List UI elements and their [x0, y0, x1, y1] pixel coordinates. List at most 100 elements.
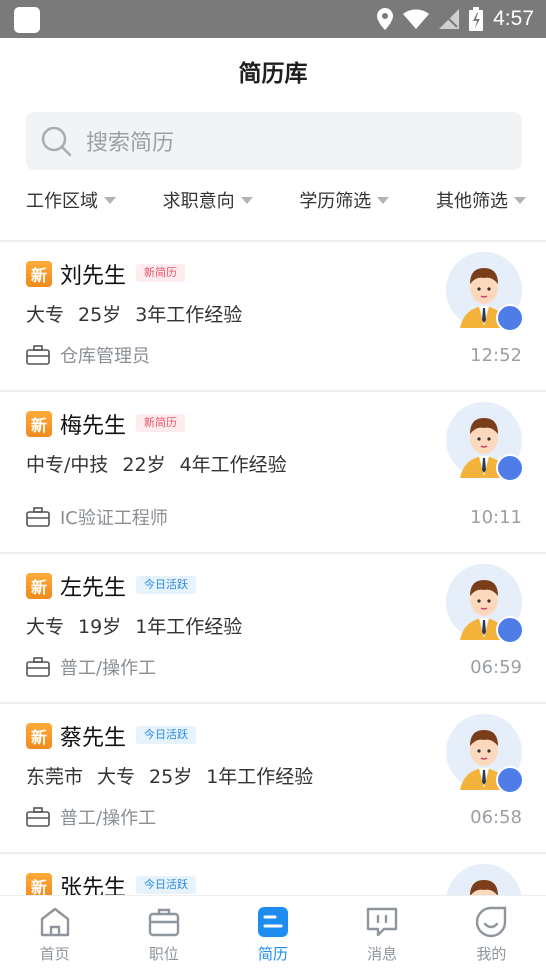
- page-title: 简历库: [238, 61, 308, 87]
- experience: 1年工作经验: [135, 616, 243, 638]
- nav-label: 职位: [148, 944, 179, 963]
- new-badge: 新: [26, 573, 52, 599]
- candidate-name: 左先生: [60, 576, 127, 601]
- nav-label: 消息: [367, 944, 398, 963]
- nav-label: 我的: [476, 944, 507, 963]
- new-badge: 新: [26, 723, 52, 749]
- briefcase-icon: [26, 807, 50, 827]
- education: 大专: [97, 766, 136, 788]
- caret-down-icon: [513, 196, 526, 204]
- filter-job-intention[interactable]: 求职意向: [163, 187, 253, 213]
- battery-icon: [469, 7, 484, 31]
- candidate-name: 刘先生: [60, 264, 127, 289]
- search-input[interactable]: 搜索简历: [26, 112, 522, 170]
- education: 中专/中技: [26, 454, 109, 476]
- job-title: IC验证工程师: [60, 508, 168, 529]
- avatar: [446, 402, 524, 482]
- filter-other[interactable]: 其他筛选: [436, 187, 526, 213]
- male-gender-icon: [496, 616, 524, 644]
- age: 25岁: [149, 766, 193, 788]
- resume-card[interactable]: 新 蔡先生 今日活跃 东莞市 大专 25岁 1年工作经验 普工/操作工 06:5…: [0, 704, 546, 854]
- home-icon: [40, 907, 69, 936]
- education: 大专: [26, 616, 65, 638]
- status-tag: 今日活跃: [136, 576, 196, 594]
- candidate-meta: 中专/中技 22岁 4年工作经验: [26, 450, 287, 477]
- caret-down-icon: [104, 196, 116, 204]
- resume-card[interactable]: 新 梅先生 新简历 中专/中技 22岁 4年工作经验 IC验证工程师 10:11: [0, 392, 546, 554]
- filter-work-area[interactable]: 工作区域: [26, 187, 116, 213]
- update-time: 12:52: [470, 345, 522, 366]
- male-avatar-icon: [446, 864, 522, 895]
- filter-label: 工作区域: [26, 191, 98, 212]
- search-icon: [41, 126, 72, 157]
- experience: 1年工作经验: [206, 766, 314, 788]
- experience: 4年工作经验: [179, 454, 287, 476]
- candidate-name: 蔡先生: [60, 726, 127, 751]
- candidate-name: 梅先生: [60, 414, 127, 439]
- status-tag: 今日活跃: [136, 726, 196, 744]
- caret-down-icon: [240, 196, 253, 204]
- job-intention: 普工/操作工: [26, 804, 156, 830]
- app-notification-icon: [14, 7, 40, 33]
- filter-label: 其他筛选: [435, 191, 508, 212]
- nav-messages[interactable]: 消息: [342, 905, 422, 964]
- new-badge: 新: [26, 411, 52, 437]
- nav-profile[interactable]: 我的: [451, 905, 531, 964]
- filter-education[interactable]: 学历筛选: [299, 187, 390, 213]
- header: 简历库: [0, 38, 546, 104]
- education: 大专: [26, 304, 65, 326]
- update-time: 06:59: [470, 657, 522, 678]
- nav-label: 首页: [39, 944, 70, 963]
- job-intention: IC验证工程师: [26, 504, 168, 530]
- filter-bar: 工作区域 求职意向 学历筛选 其他筛选: [26, 180, 526, 220]
- avatar: [446, 252, 524, 332]
- status-bar: 4:57: [0, 0, 546, 38]
- nav-home[interactable]: 首页: [15, 905, 95, 964]
- location: 东莞市: [26, 766, 84, 788]
- job-title: 普工/操作工: [60, 808, 157, 829]
- new-badge: 新: [26, 261, 52, 287]
- candidate-meta: 大专 25岁 3年工作经验: [26, 300, 242, 327]
- candidate-name: 张先生: [60, 876, 127, 895]
- status-icons: 4:57: [377, 0, 534, 38]
- status-tag: 新简历: [136, 414, 185, 432]
- bottom-nav: 首页 职位 简历 消息 我的: [0, 895, 546, 972]
- update-time: 10:11: [470, 507, 522, 528]
- job-intention: 普工/操作工: [26, 654, 156, 680]
- resume-card[interactable]: 新 刘先生 新简历 大专 25岁 3年工作经验 仓库管理员 12:52: [0, 242, 546, 392]
- wifi-icon: [403, 9, 430, 29]
- job-intention: 仓库管理员: [26, 342, 150, 368]
- resume-list: 新 刘先生 新简历 大专 25岁 3年工作经验 仓库管理员 12:52 新 梅先…: [0, 242, 546, 895]
- location-icon: [377, 8, 394, 30]
- signal-icon: [439, 9, 460, 29]
- male-gender-icon: [496, 454, 524, 482]
- new-badge: 新: [26, 873, 52, 895]
- avatar: [446, 564, 524, 644]
- briefcase-icon: [26, 657, 50, 677]
- update-time: 06:58: [470, 807, 522, 828]
- resume-card[interactable]: 新 左先生 今日活跃 大专 19岁 1年工作经验 普工/操作工 06:59: [0, 554, 546, 704]
- filter-label: 学历筛选: [299, 191, 372, 212]
- resume-card[interactable]: 新 张先生 今日活跃: [0, 854, 546, 895]
- nav-resumes[interactable]: 简历: [233, 905, 313, 964]
- avatar: [446, 714, 524, 794]
- profile-icon: [476, 906, 507, 937]
- resume-icon: [257, 906, 288, 937]
- briefcase-icon: [148, 908, 179, 936]
- male-gender-icon: [496, 304, 524, 332]
- candidate-meta: 大专 19岁 1年工作经验: [26, 612, 242, 639]
- nav-label: 简历: [257, 944, 288, 963]
- briefcase-icon: [26, 345, 50, 365]
- nav-jobs[interactable]: 职位: [124, 905, 204, 964]
- status-time: 4:57: [493, 7, 534, 30]
- candidate-meta: 东莞市 大专 25岁 1年工作经验: [26, 762, 313, 789]
- search-placeholder: 搜索简历: [86, 131, 175, 156]
- avatar: [446, 864, 522, 895]
- male-gender-icon: [496, 766, 524, 794]
- job-title: 仓库管理员: [60, 346, 150, 367]
- age: 25岁: [78, 304, 122, 326]
- status-tag: 新简历: [136, 264, 185, 282]
- filter-label: 求职意向: [162, 191, 235, 212]
- status-tag: 今日活跃: [136, 876, 196, 894]
- age: 19岁: [78, 616, 122, 638]
